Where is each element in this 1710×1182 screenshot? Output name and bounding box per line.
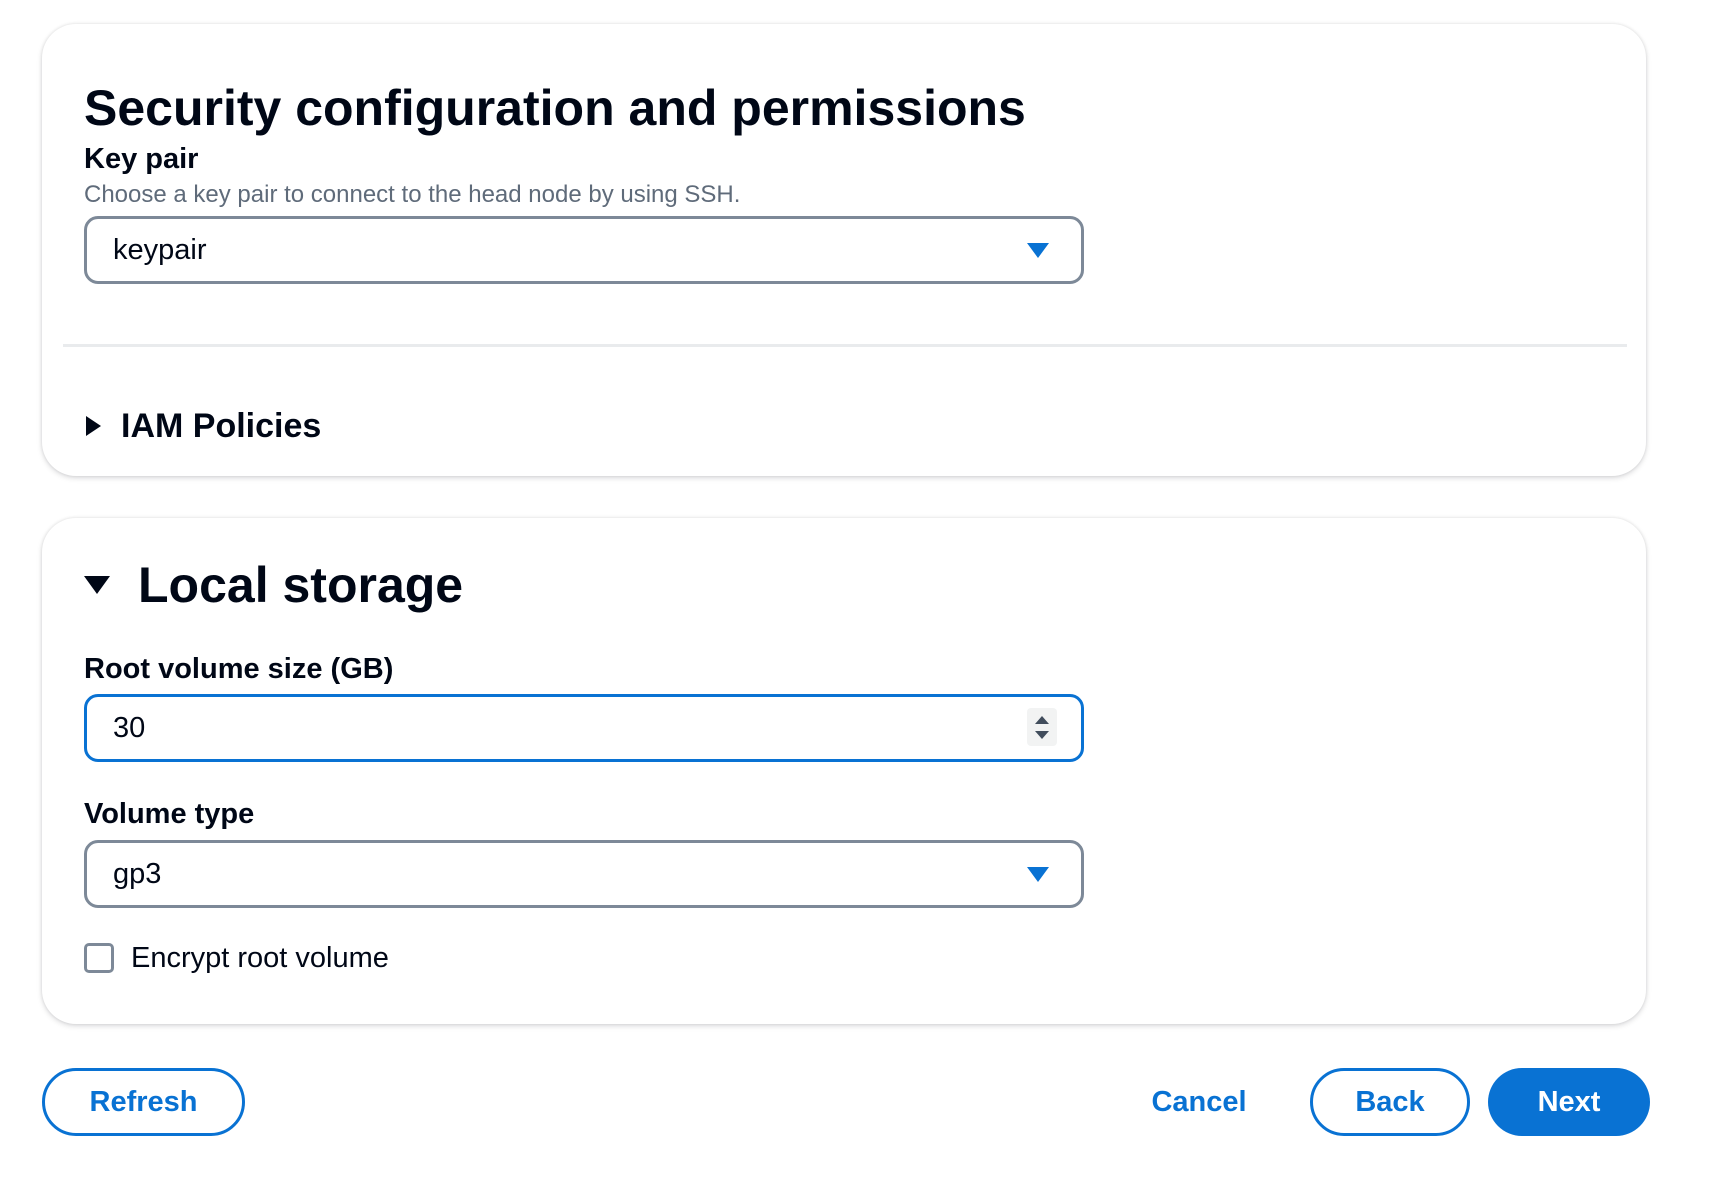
caret-down-icon (1027, 243, 1049, 258)
volume-type-select[interactable]: gp3 (84, 840, 1084, 908)
caret-right-icon (86, 416, 101, 436)
encrypt-root-volume-row[interactable]: Encrypt root volume (84, 938, 389, 978)
local-storage-title: Local storage (138, 557, 464, 613)
back-button[interactable]: Back (1310, 1068, 1470, 1136)
wizard-page: Security configuration and permissions K… (0, 0, 1710, 1182)
security-config-panel: Security configuration and permissions K… (42, 24, 1646, 476)
key-pair-label: Key pair (84, 143, 199, 175)
cancel-button[interactable]: Cancel (1136, 1068, 1262, 1136)
caret-down-icon (1027, 867, 1049, 882)
key-pair-select-value: keypair (113, 234, 207, 266)
iam-policies-expander[interactable]: IAM Policies (86, 404, 321, 448)
root-volume-size-label: Root volume size (GB) (84, 653, 394, 685)
number-stepper[interactable] (1027, 708, 1057, 746)
decrement-arrow-icon[interactable] (1035, 731, 1049, 739)
next-button[interactable]: Next (1488, 1068, 1650, 1136)
key-pair-description: Choose a key pair to connect to the head… (84, 181, 741, 208)
refresh-button[interactable]: Refresh (42, 1068, 245, 1136)
increment-arrow-icon[interactable] (1035, 716, 1049, 724)
encrypt-root-volume-label[interactable]: Encrypt root volume (131, 941, 389, 975)
iam-policies-label: IAM Policies (121, 407, 322, 445)
key-pair-select[interactable]: keypair (84, 216, 1084, 284)
encrypt-root-volume-checkbox[interactable] (84, 943, 114, 973)
security-panel-title: Security configuration and permissions (84, 80, 1026, 136)
volume-type-label: Volume type (84, 798, 255, 830)
section-divider (63, 344, 1627, 347)
local-storage-panel: Local storage Root volume size (GB) 30 V… (42, 518, 1646, 1024)
caret-down-icon (84, 576, 110, 594)
local-storage-expander[interactable]: Local storage (84, 550, 463, 620)
root-volume-size-input[interactable]: 30 (84, 694, 1084, 762)
volume-type-select-value: gp3 (113, 858, 162, 890)
root-volume-size-value: 30 (113, 712, 146, 744)
